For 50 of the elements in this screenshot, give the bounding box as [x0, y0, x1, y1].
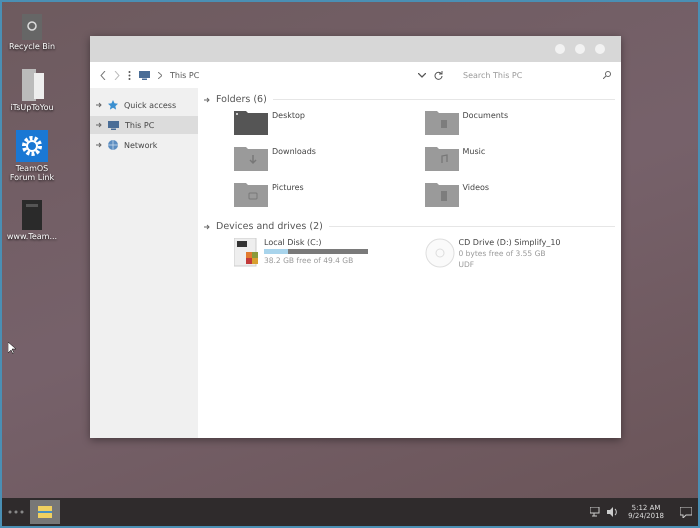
folder-icon[interactable]	[424, 147, 458, 171]
arrow-icon	[96, 142, 102, 148]
folder-label[interactable]: Downloads	[272, 147, 316, 156]
cd-icon	[424, 238, 454, 268]
folder-label[interactable]: Music	[462, 147, 486, 156]
hard-disk-icon	[234, 238, 260, 268]
folder-label[interactable]: Desktop	[272, 111, 305, 120]
search-icon[interactable]	[603, 71, 611, 79]
desktop-icon-label[interactable]: Recycle Bin	[3, 42, 61, 51]
desktop-icon-label[interactable]: iTsUpToYou	[3, 103, 61, 112]
arrow-icon	[96, 102, 102, 108]
network-icon[interactable]	[590, 507, 602, 517]
drive-label[interactable]: Local Disk (C:)	[264, 238, 368, 247]
folder-icon[interactable]	[424, 111, 458, 135]
star-icon	[108, 100, 118, 110]
mouse-pointer-icon	[8, 342, 16, 354]
section-heading[interactable]: Devices and drives (2)	[216, 221, 323, 232]
trash-bin-icon[interactable]	[21, 12, 43, 40]
monitor-icon	[108, 120, 119, 130]
dots-icon[interactable]	[8, 510, 24, 514]
folder-icon[interactable]	[234, 147, 268, 171]
folder-label[interactable]: Videos	[462, 183, 490, 192]
arrow-icon	[96, 122, 102, 128]
folder-icon[interactable]	[424, 183, 458, 207]
notification-icon[interactable]	[680, 506, 692, 518]
sidebar-item[interactable]: Quick access	[90, 96, 198, 114]
folder-icon[interactable]	[234, 111, 268, 135]
folder-label[interactable]: Documents	[462, 111, 508, 120]
dropdown-icon[interactable]	[418, 72, 426, 78]
arrow-icon	[204, 224, 210, 230]
breadcrumb[interactable]: This PC	[170, 70, 200, 80]
globe-icon	[108, 140, 118, 150]
desktop-icon-label[interactable]: TeamOS Forum Link	[3, 164, 61, 182]
file-explorer-taskbar-icon[interactable]	[30, 500, 60, 524]
sidebar-item[interactable]: This PC	[90, 116, 198, 134]
arrow-icon	[204, 96, 210, 102]
sidebar-item[interactable]: Network	[90, 136, 198, 154]
volume-icon[interactable]	[607, 507, 618, 517]
drive-label[interactable]: CD Drive (D:) Simplify_10	[458, 238, 561, 247]
more-icon[interactable]	[128, 70, 131, 80]
folder-icon[interactable]	[234, 183, 268, 207]
monitor-icon	[139, 70, 150, 80]
desktop-icon-label[interactable]: www.Team...	[3, 232, 61, 241]
refresh-icon[interactable]	[434, 70, 443, 80]
gear-icon[interactable]	[16, 130, 48, 162]
section-heading[interactable]: Folders (6)	[216, 94, 267, 105]
back-icon[interactable]	[100, 70, 106, 80]
file-icon[interactable]	[20, 69, 44, 101]
folder-label[interactable]: Pictures	[272, 183, 304, 192]
chevron-icon	[158, 72, 162, 78]
